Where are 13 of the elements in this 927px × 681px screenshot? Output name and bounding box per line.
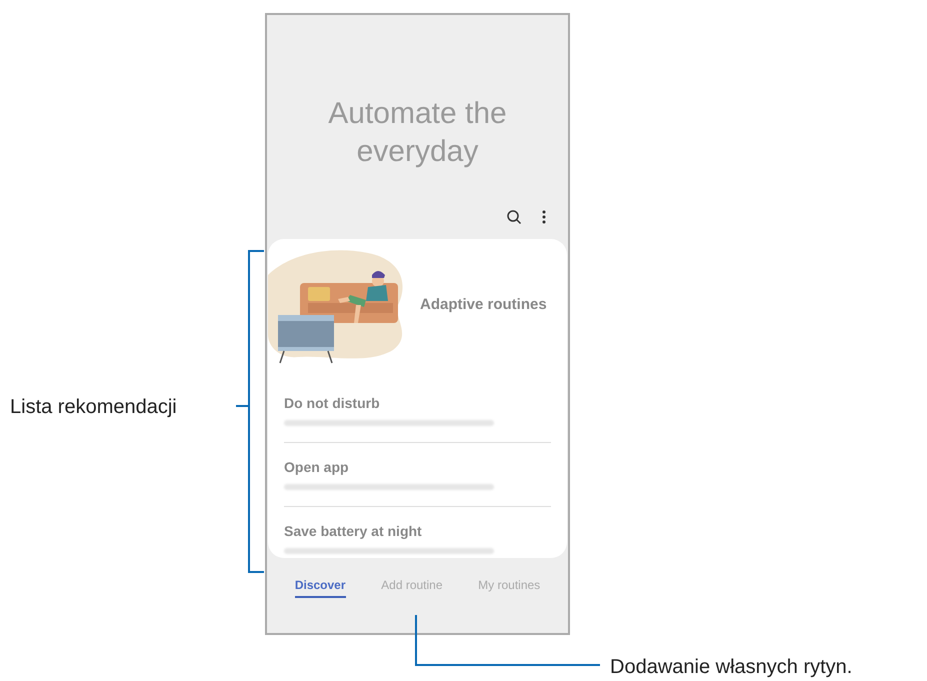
routine-title[interactable]: Save battery at night	[284, 521, 551, 542]
bottom-tab[interactable]: My routines	[478, 576, 540, 598]
routine-title[interactable]: Open app	[284, 457, 551, 478]
featured-title[interactable]: Adaptive routines	[420, 294, 547, 316]
bottom-tab[interactable]: Add routine	[381, 576, 443, 598]
bottom-tab[interactable]: Discover	[294, 576, 346, 598]
leader-line	[236, 405, 248, 407]
more-options-icon[interactable]	[542, 210, 546, 224]
routine-title[interactable]: Do not disturb	[284, 393, 551, 414]
search-icon[interactable]	[506, 209, 522, 225]
screen-title: Automate the everyday	[327, 96, 508, 170]
callout-label: Lista rekomendacji	[10, 395, 177, 420]
callout-label: Dodawanie własnych rytyn.	[610, 655, 852, 680]
